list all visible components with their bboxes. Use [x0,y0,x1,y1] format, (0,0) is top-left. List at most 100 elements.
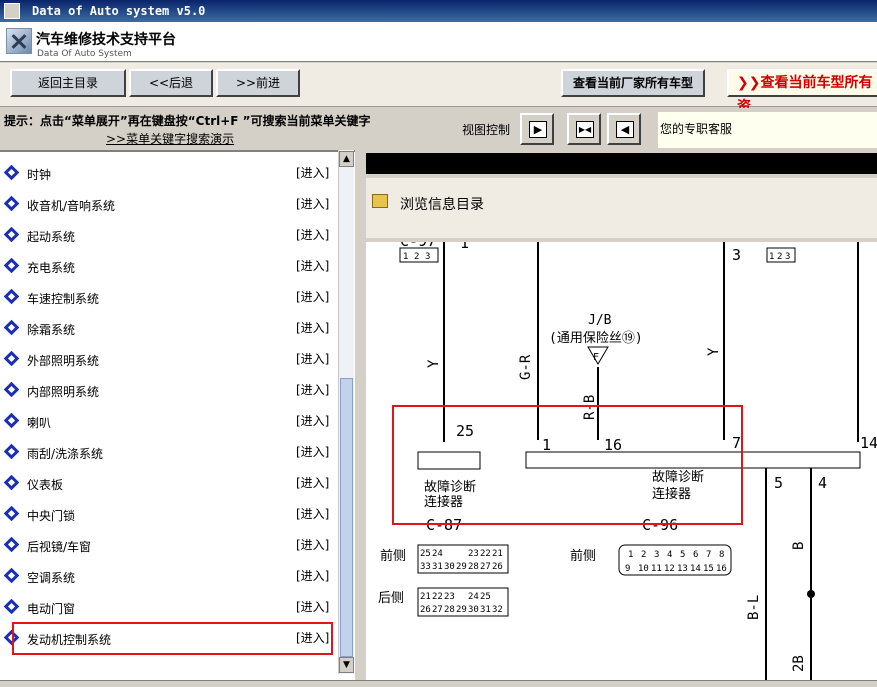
hint-bar: 提示：点击“菜单展开”再在键盘按“Ctrl+F ”可搜索当前菜单关键字 >>菜单… [0,108,877,150]
sidebar-menu: 时钟 [进入] 收音机/音响系统 [进入] 起动系统 [进入] 充电系统 [进入] 车速控制系统… [0,150,355,680]
c87-back-pin: 23 [444,592,455,602]
browse-title: 浏览信息目录 [400,197,484,213]
sidebar-item[interactable]: 电动门窗 [进入] [0,590,338,621]
sidebar-item[interactable]: 起动系统 [进入] [0,218,338,249]
small-conn-pin: 2 [777,252,782,262]
label-pin3: 3 [732,246,741,264]
support-box: 您的专职客服 [658,112,877,148]
diagnostic-highlight [392,405,743,525]
enter-link[interactable]: [进入] [296,288,329,305]
back-button[interactable]: <<后退 [129,69,213,97]
sidebar-item[interactable]: 中央门锁 [进入] [0,497,338,528]
sidebar-item[interactable]: 充电系统 [进入] [0,249,338,280]
sidebar-item[interactable]: 后视镜/车窗 [进入] [0,528,338,559]
sidebar-item-label: 内部照明系统 [27,385,100,399]
c87-front-pin: 29 [456,562,467,572]
sidebar-item[interactable]: 时钟 [进入] [0,156,338,187]
enter-link[interactable]: [进入] [296,164,329,181]
sidebar-item[interactable]: 空调系统 [进入] [0,559,338,590]
all-makers-button[interactable]: 查看当前厂家所有车型 [561,69,705,97]
double-chevron-icon: ❯❯ [737,75,761,91]
enter-link[interactable]: [进入] [296,257,329,274]
sidebar-item-label: 除霜系统 [27,323,76,337]
sidebar-item-label: 中央门锁 [27,509,76,523]
c87-front-pin: 33 [420,562,431,572]
search-demo-link[interactable]: >>菜单关键字搜索演示 [106,130,234,147]
diamond-bullet-icon [3,195,20,212]
sidebar-item-label: 仪表板 [27,478,64,492]
diamond-bullet-icon [3,288,20,305]
enter-link[interactable]: [进入] [296,195,329,212]
sidebar-item[interactable]: 收音机/音响系统 [进入] [0,187,338,218]
c96-pin: 11 [651,564,662,574]
small-conn-pin: 3 [785,252,790,262]
scroll-down-icon[interactable]: ▼ [339,657,354,673]
arrow-left-icon: ◀ [616,121,634,138]
label-front1: 前侧 [380,548,406,564]
browse-header: 浏览信息目录 [366,178,877,238]
sidebar-item-label: 收音机/音响系统 [27,199,116,213]
sidebar-item-label: 雨刮/洗涤系统 [27,447,104,461]
scroll-thumb[interactable] [340,378,353,657]
folder-search-icon [372,194,388,208]
sidebar-item[interactable]: 内部照明系统 [进入] [0,373,338,404]
view-control-label: 视图控制 [462,123,511,137]
split-arrows-icon: ▶◀ [576,121,594,138]
diamond-bullet-icon [3,412,20,429]
enter-link[interactable]: [进入] [296,567,329,584]
sidebar-item[interactable]: 外部照明系统 [进入] [0,342,338,373]
enter-link[interactable]: [进入] [296,598,329,615]
window-title-bar: Data of Auto system v5.0 [0,0,877,22]
c97-pin: 3 [425,252,430,262]
enter-link[interactable]: [进入] [296,319,329,336]
sidebar-item[interactable]: 仪表板 [进入] [0,466,338,497]
enter-link[interactable]: [进入] [296,443,329,460]
enter-link[interactable]: [进入] [296,381,329,398]
diamond-bullet-icon [3,567,20,584]
content-title-bar [366,153,877,174]
diamond-bullet-icon [3,598,20,615]
diamond-bullet-icon [3,381,20,398]
c87-back-pin: 31 [480,605,491,615]
sidebar-item[interactable]: 车速控制系统 [进入] [0,280,338,311]
forward-button[interactable]: >>前进 [216,69,300,97]
label-front2: 前侧 [570,548,596,564]
enter-link[interactable]: [进入] [296,474,329,491]
label-jb: J/B [588,313,612,328]
c96-pin: 12 [664,564,675,574]
c96-pin: 2 [641,550,646,560]
view-expand-right-button[interactable]: ▶ [520,113,554,145]
c87-back-pin: 30 [468,605,479,615]
all-models-button[interactable]: ❯❯查看当前车型所有资 [727,69,877,115]
view-split-button[interactable]: ▶◀ [567,113,601,145]
status-bar [0,680,877,687]
c96-pin: 7 [706,550,711,560]
sidebar-item[interactable]: 喇叭 [进入] [0,404,338,435]
c97-pin: 2 [414,252,419,262]
sidebar-item[interactable]: 雨刮/洗涤系统 [进入] [0,435,338,466]
c87-front-pin: 30 [444,562,455,572]
sidebar-scrollbar[interactable]: ▲ ▼ [338,150,354,674]
enter-link[interactable]: [进入] [296,536,329,553]
diamond-bullet-icon [3,536,20,553]
view-expand-left-button[interactable]: ◀ [607,113,641,145]
enter-link[interactable]: [进入] [296,350,329,367]
label-c97: C-97 [400,242,436,250]
sidebar-item[interactable]: 除霜系统 [进入] [0,311,338,342]
enter-link[interactable]: [进入] [296,226,329,243]
c96-pin: 14 [690,564,701,574]
c87-back-pin: 28 [444,605,455,615]
label-f: F [593,352,599,363]
main-menu-button[interactable]: 返回主目录 [10,69,126,97]
scroll-up-icon[interactable]: ▲ [339,151,354,167]
c96-pin: 3 [654,550,659,560]
enter-link[interactable]: [进入] [296,412,329,429]
label-wire-gr: G-R [518,354,534,380]
arrow-right-icon: ▶ [529,121,547,138]
c87-back-pin: 32 [492,605,503,615]
sidebar-item-label: 时钟 [27,168,52,182]
enter-link[interactable]: [进入] [296,505,329,522]
wiring-diagram: C-97 1 3 J/B (通用保险丝⑲) F 25 1 16 7 14 5 4… [366,242,877,680]
c87-front-pin: 31 [432,562,443,572]
c96-pin: 16 [716,564,727,574]
